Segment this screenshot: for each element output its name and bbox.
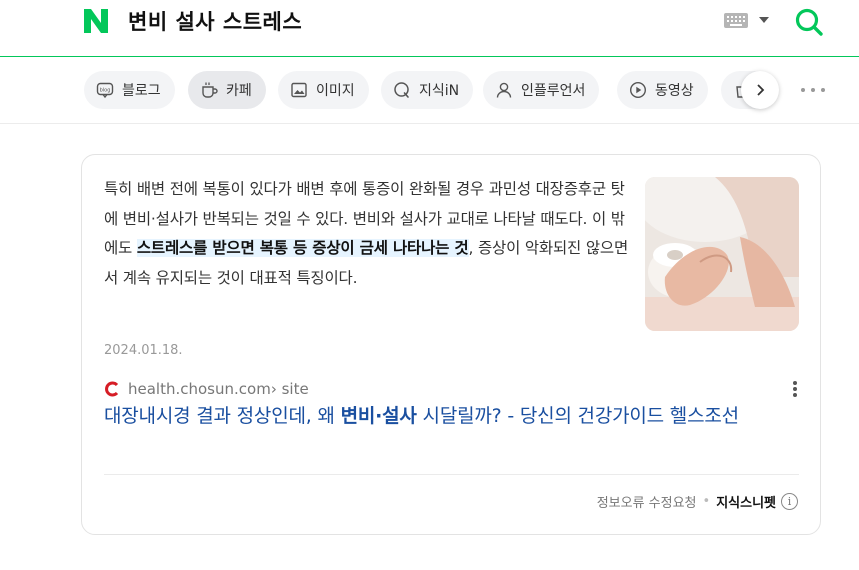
tab-label: 지식iN xyxy=(419,83,460,99)
search-button[interactable] xyxy=(794,7,824,37)
title-text-after: 시달릴까? - 당신의 건강가이드 헬스조선 xyxy=(416,405,740,427)
tab-video[interactable]: 동영상 xyxy=(617,71,708,109)
image-icon xyxy=(290,81,308,99)
snippet-date: 2024.01.18. xyxy=(104,343,183,358)
card-footer: 정보오류 수정요청 • 지식스니펫 i xyxy=(597,492,798,511)
source-title-link[interactable]: 대장내시경 결과 정상인데, 왜 변비·설사 시달릴까? - 당신의 건강가이드… xyxy=(104,402,804,430)
chevron-right-icon xyxy=(757,84,765,96)
blog-icon: blog xyxy=(96,81,114,99)
source-more-button[interactable] xyxy=(793,381,797,397)
cafe-icon xyxy=(200,81,218,99)
footer-separator: • xyxy=(702,494,711,509)
svg-text:blog: blog xyxy=(100,88,111,94)
title-text-bold: 변비·설사 xyxy=(340,405,417,427)
source-domain: health.chosun.com xyxy=(128,380,271,398)
snippet-text: 특히 배변 전에 복통이 있다가 배변 후에 통증이 완화될 경우 과민성 대장… xyxy=(104,175,634,293)
video-icon xyxy=(629,81,647,99)
naver-logo[interactable] xyxy=(82,8,110,34)
report-error-link[interactable]: 정보오류 수정요청 xyxy=(597,492,697,511)
card-divider xyxy=(104,474,799,475)
knowledge-snippet-card: 특히 배변 전에 복통이 있다가 배변 후에 통증이 완화될 경우 과민성 대장… xyxy=(81,154,821,535)
info-icon[interactable]: i xyxy=(781,493,798,510)
site-favicon-icon xyxy=(104,381,120,397)
search-header: 변비 설사 스트레스 xyxy=(0,0,859,57)
keyboard-icon[interactable] xyxy=(724,13,748,28)
tab-label: 카페 xyxy=(226,83,252,99)
search-icon xyxy=(795,8,823,36)
snippet-thumbnail[interactable] xyxy=(645,177,799,331)
search-query[interactable]: 변비 설사 스트레스 xyxy=(128,6,302,36)
tab-cafe[interactable]: 카페 xyxy=(188,71,266,109)
snippet-brand-label: 지식스니펫 xyxy=(716,496,776,511)
tab-label: 인플루언서 xyxy=(521,83,586,99)
source-link[interactable]: health.chosun.com › site xyxy=(104,380,309,398)
snippet-highlight: 스트레스를 받으면 복통 등 증상이 금세 나타나는 것 xyxy=(136,239,469,257)
title-text-before: 대장내시경 결과 정상인데, 왜 xyxy=(104,405,341,427)
kin-icon xyxy=(393,81,411,99)
tab-kin[interactable]: 지식iN xyxy=(381,71,474,109)
tab-label: 이미지 xyxy=(316,83,355,99)
influencer-icon xyxy=(495,81,513,99)
tab-blog[interactable]: blog 블로그 xyxy=(84,71,175,109)
tab-influencer[interactable]: 인플루언서 xyxy=(483,71,600,109)
source-path: › site xyxy=(270,380,309,398)
tab-label: 블로그 xyxy=(122,83,161,99)
tab-label: 동영상 xyxy=(655,83,694,99)
tabs-next-button[interactable] xyxy=(741,71,779,109)
keyboard-dropdown-icon[interactable] xyxy=(759,17,769,23)
search-tabs: blog 블로그 카페 이미지 지식iN 인플루언서 동영상 xyxy=(0,58,859,124)
tabs-more-button[interactable] xyxy=(801,88,825,94)
tab-image[interactable]: 이미지 xyxy=(278,71,369,109)
